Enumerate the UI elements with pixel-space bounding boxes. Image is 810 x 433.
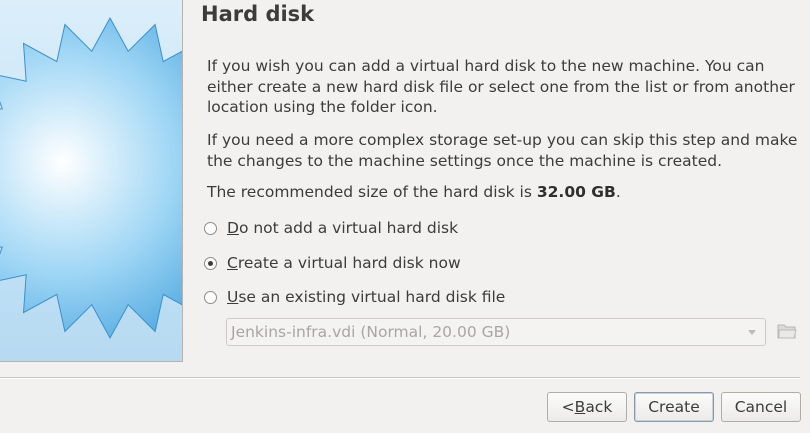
storage-hint-paragraph: If you need a more complex storage set-u… bbox=[207, 131, 798, 170]
option-no-disk[interactable]: Do not add a virtual hard disk bbox=[204, 217, 458, 239]
create-button[interactable]: Create bbox=[634, 392, 714, 422]
option-create-disk-label: Create a virtual hard disk now bbox=[227, 254, 461, 272]
folder-open-icon bbox=[777, 324, 797, 339]
wizard-side-image bbox=[0, 0, 183, 362]
radio-no-disk[interactable] bbox=[204, 221, 217, 235]
existing-disk-select-value: Jenkins-infra.vdi (Normal, 20.00 GB) bbox=[231, 323, 511, 341]
page-title: Hard disk bbox=[201, 2, 315, 26]
option-existing-disk[interactable]: Use an existing virtual hard disk file bbox=[204, 286, 505, 308]
existing-disk-select[interactable]: Jenkins-infra.vdi (Normal, 20.00 GB) bbox=[226, 318, 766, 346]
back-button[interactable]: < Back bbox=[547, 392, 627, 422]
recommended-size-text: The recommended size of the hard disk is… bbox=[207, 182, 803, 203]
cancel-button[interactable]: Cancel bbox=[721, 392, 801, 422]
radio-create-disk[interactable] bbox=[204, 256, 217, 270]
chevron-down-icon bbox=[748, 330, 756, 335]
intro-paragraph: If you wish you can add a virtual hard d… bbox=[207, 57, 795, 116]
option-no-disk-label: Do not add a virtual hard disk bbox=[227, 219, 459, 237]
recommended-size-suffix: . bbox=[615, 183, 621, 201]
recommended-size-value: 32.00 GB bbox=[536, 183, 616, 201]
radio-existing-disk[interactable] bbox=[204, 290, 217, 304]
option-create-disk[interactable]: Create a virtual hard disk now bbox=[204, 252, 461, 274]
recommended-size-prefix: The recommended size of the hard disk is bbox=[207, 183, 537, 201]
starburst-wizard-icon bbox=[0, 16, 182, 340]
option-existing-disk-label: Use an existing virtual hard disk file bbox=[227, 288, 506, 306]
button-bar-divider bbox=[0, 377, 800, 379]
choose-disk-file-button[interactable] bbox=[775, 319, 799, 343]
